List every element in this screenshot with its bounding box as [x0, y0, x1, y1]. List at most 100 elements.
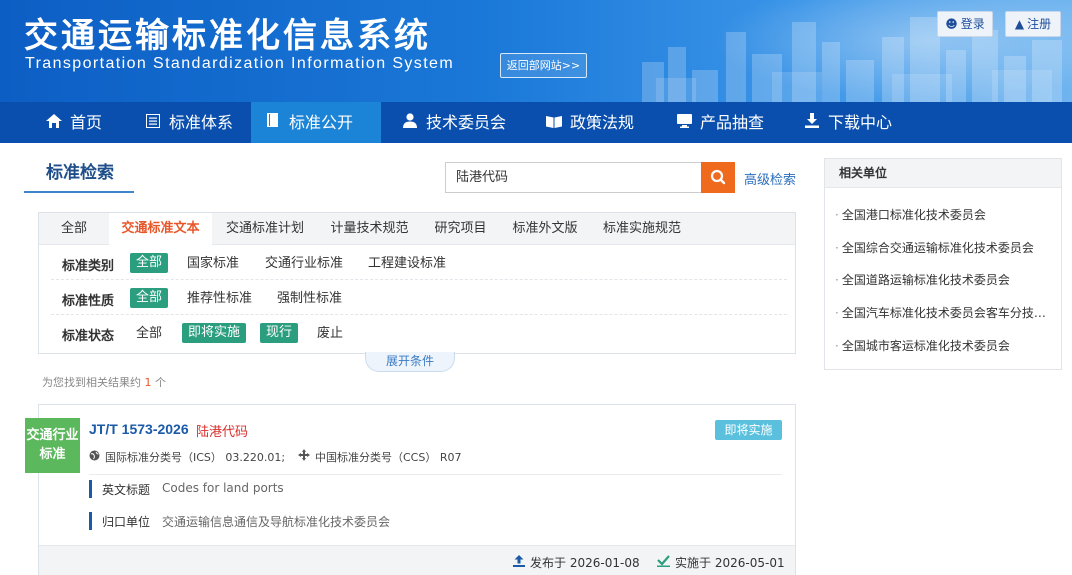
filter-option-mandatory[interactable]: 强制性标准: [277, 289, 342, 309]
download-icon: [804, 103, 820, 144]
result-count-suffix: 个: [155, 376, 166, 389]
user-icon: [402, 103, 418, 144]
register-button[interactable]: ▲ 注册: [1005, 11, 1061, 37]
filter-option-abolished[interactable]: 废止: [317, 324, 343, 344]
check-icon: [657, 555, 670, 570]
search-button[interactable]: [701, 162, 735, 193]
ics-classification: 国际标准分类号（ICS） 03.220.01;: [89, 449, 285, 465]
nav-item-standard-system[interactable]: 标准体系: [131, 102, 247, 143]
card-divider: [89, 474, 782, 475]
related-unit-label: 全国城市客运标准化技术委员会: [841, 339, 1010, 353]
responsible-unit-label: 归口单位: [102, 515, 151, 529]
login-button[interactable]: ☻ 登录: [937, 11, 993, 37]
publish-date: 发布于 2026-01-08: [513, 554, 640, 571]
result-count-prefix: 为您找到相关结果约: [42, 376, 141, 389]
tab-all[interactable]: 全部: [39, 213, 109, 245]
filter-row-nature: 标准性质 全部 推荐性标准 强制性标准: [51, 280, 787, 315]
filter-option-all[interactable]: 全部: [130, 253, 169, 273]
result-count-number: 1: [144, 376, 152, 389]
publish-date-label: 发布于: [530, 556, 567, 570]
filter-option-industry[interactable]: 交通行业标准: [265, 254, 343, 274]
site-title: 交通运输标准化信息系统: [24, 16, 431, 56]
ics-value: 03.220.01;: [225, 451, 286, 464]
search-input[interactable]: 陆港代码: [445, 162, 701, 193]
home-icon: [46, 103, 62, 144]
ccs-label: 中国标准分类号（CCS）: [315, 451, 437, 464]
graduation-cap-icon: ▲: [1014, 17, 1025, 31]
tab-research-project[interactable]: 研究项目: [421, 213, 500, 245]
filter-label: 标准性质: [62, 294, 115, 309]
english-title-value: Codes for land ports: [162, 481, 284, 495]
tab-metrology-spec[interactable]: 计量技术规范: [318, 213, 421, 245]
category-badge: 交通行业 标准: [25, 418, 80, 473]
nav-item-download-center[interactable]: 下载中心: [790, 102, 906, 143]
back-to-ministry-button[interactable]: 返回部网站>>: [500, 53, 587, 78]
nav-item-product-inspection[interactable]: 产品抽查: [662, 102, 778, 143]
move-arrows-icon: [298, 449, 310, 464]
filter-option-national[interactable]: 国家标准: [187, 254, 239, 274]
related-unit-link[interactable]: · 全国港口标准化技术委员会: [835, 206, 1053, 223]
row-marker: [89, 480, 92, 498]
nav-item-tech-committee[interactable]: 技术委员会: [388, 102, 520, 143]
nav-item-policy-law[interactable]: 政策法规: [532, 102, 648, 143]
status-badge: 即将实施: [715, 420, 782, 440]
filter-option-current[interactable]: 现行: [260, 323, 299, 343]
law-book-icon: [546, 103, 562, 144]
related-unit-label: 全国港口标准化技术委员会: [841, 208, 986, 222]
bullet: ·: [835, 339, 839, 353]
standard-name-link[interactable]: 陆港代码: [196, 421, 248, 440]
tab-traffic-standard-text[interactable]: 交通标准文本: [109, 213, 212, 246]
related-unit-label: 全国道路运输标准化技术委员会: [841, 273, 1010, 287]
standard-code-link[interactable]: JT/T 1573-2026: [89, 421, 189, 437]
tab-foreign-version[interactable]: 标准外文版: [500, 213, 590, 245]
filter-option-recommended[interactable]: 推荐性标准: [187, 289, 252, 309]
ccs-value: R07: [439, 451, 462, 464]
related-unit-link[interactable]: · 全国道路运输标准化技术委员会: [835, 271, 1053, 288]
related-unit-label: 全国综合交通运输标准化技术委员会: [841, 241, 1034, 255]
register-label: 注册: [1027, 17, 1052, 31]
filter-option-all[interactable]: 全部: [130, 288, 169, 308]
row-marker: [89, 512, 92, 530]
nav-item-home[interactable]: 首页: [32, 102, 116, 143]
filter-panel: 全部 交通标准文本 交通标准计划 计量技术规范 研究项目 标准外文版 标准实施规…: [38, 212, 796, 354]
bullet: ·: [835, 306, 839, 320]
nav-item-standard-public[interactable]: 标准公开: [251, 102, 381, 143]
filter-option-all[interactable]: 全部: [136, 324, 162, 344]
related-unit-link[interactable]: · 全国城市客运标准化技术委员会: [835, 337, 1053, 354]
filter-option-upcoming[interactable]: 即将实施: [182, 323, 247, 343]
site-subtitle: Transportation Standardization Informati…: [25, 55, 455, 72]
bullet: ·: [835, 208, 839, 222]
related-unit-label: 全国汽车标准化技术委员会客车分技术委员会: [841, 306, 1053, 320]
english-title-label: 英文标题: [102, 483, 151, 497]
nav-label: 标准公开: [289, 113, 354, 132]
filter-row-category: 标准类别 全部 国家标准 交通行业标准 工程建设标准: [51, 245, 787, 280]
upload-icon: [513, 555, 525, 570]
implementation-date: 实施于 2026-05-01: [657, 554, 785, 571]
expand-conditions-button[interactable]: 展开条件: [365, 352, 455, 372]
publish-date-value: 2026-01-08: [569, 556, 640, 570]
tab-implementation-spec[interactable]: 标准实施规范: [590, 213, 694, 245]
related-unit-link[interactable]: ·全国汽车标准化技术委员会客车分技术委员会: [835, 304, 1053, 321]
login-label: 登录: [960, 17, 985, 31]
nav-label: 政策法规: [570, 113, 635, 132]
category-line: 标准: [39, 447, 66, 462]
globe-icon: [89, 450, 100, 464]
result-count: 为您找到相关结果约 1 个: [42, 374, 166, 390]
advanced-search-link[interactable]: 高级检索: [744, 169, 796, 188]
tab-traffic-standard-plan[interactable]: 交通标准计划: [212, 213, 318, 245]
monitor-icon: [676, 103, 692, 144]
related-units-title: 相关单位: [825, 159, 1061, 188]
nav-label: 标准体系: [169, 113, 234, 132]
implementation-date-label: 实施于: [675, 556, 712, 570]
filter-label: 标准状态: [62, 329, 115, 344]
nav-label: 下载中心: [828, 113, 893, 132]
filter-label: 标准类别: [62, 259, 115, 274]
filter-option-engineering[interactable]: 工程建设标准: [368, 254, 446, 274]
category-line: 交通行业: [26, 428, 79, 443]
book-icon: [265, 103, 281, 144]
search-title-underline: [24, 191, 134, 193]
search-icon: [710, 169, 726, 185]
list-icon: [145, 103, 161, 144]
nav-label: 首页: [70, 113, 103, 132]
related-unit-link[interactable]: · 全国综合交通运输标准化技术委员会: [835, 239, 1053, 256]
